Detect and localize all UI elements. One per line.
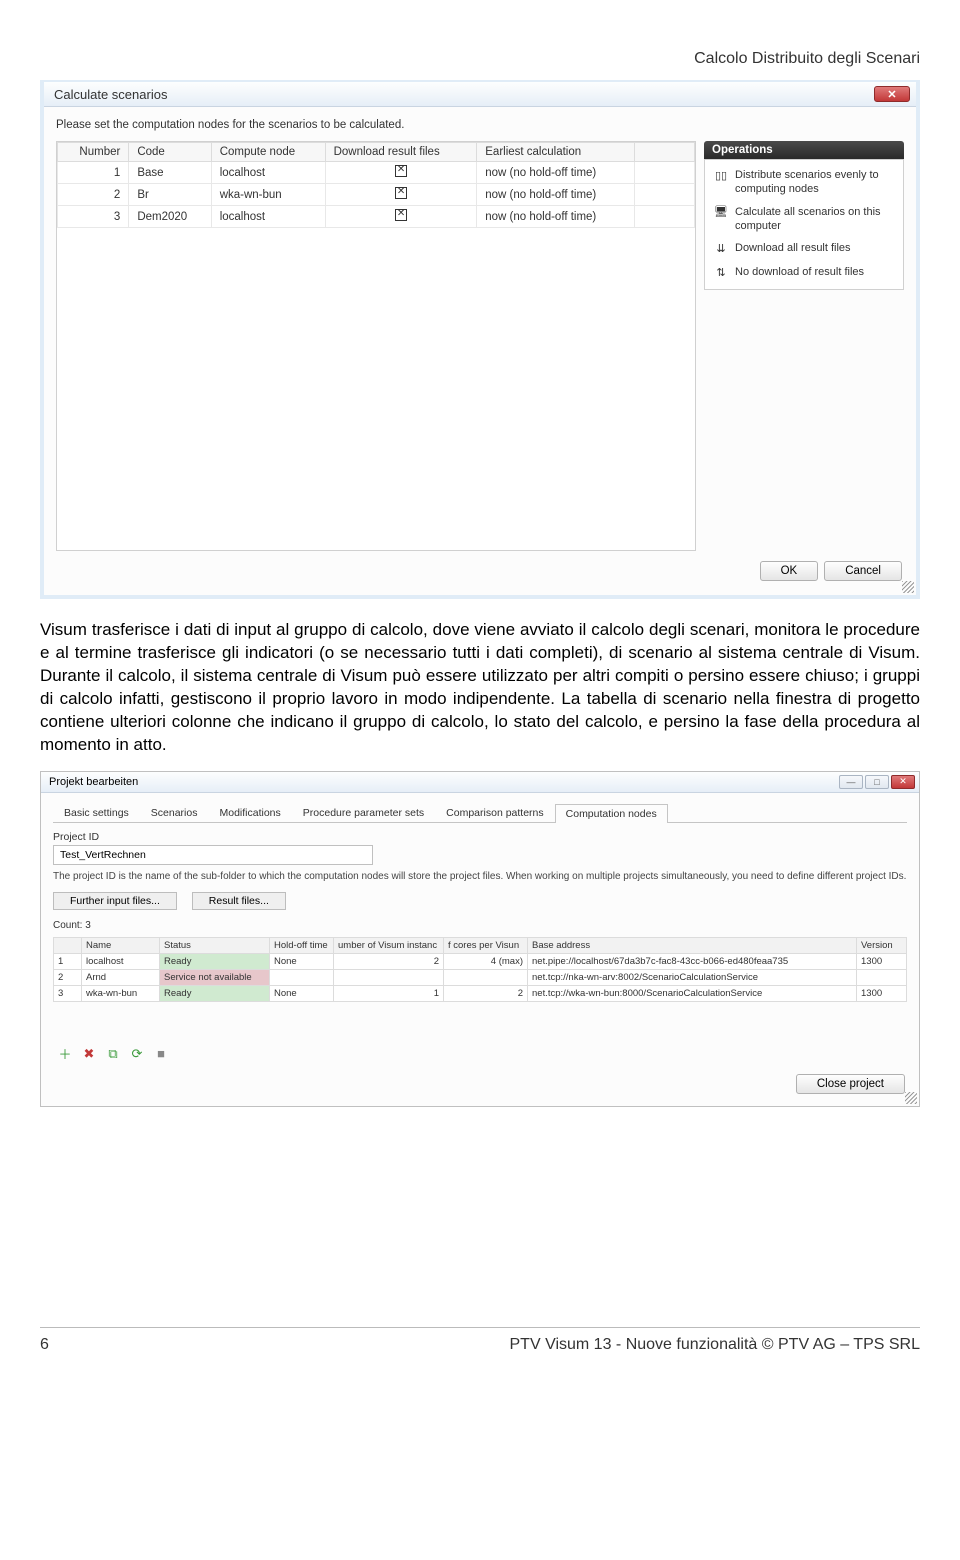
op-no-download[interactable]: ⇅ No download of result files (705, 261, 903, 285)
tab-computation-nodes[interactable]: Computation nodes (555, 804, 668, 823)
col-code: Code (129, 143, 211, 162)
body-paragraph: Visum trasferisce i dati di input al gru… (40, 619, 920, 757)
refresh-icon[interactable]: ⟳ (129, 1046, 145, 1062)
project-id-input[interactable] (53, 845, 373, 865)
dialog-title: Projekt bearbeiten (45, 776, 138, 788)
computer-icon: 🖥 (713, 205, 729, 221)
col-earliest: Earliest calculation (477, 143, 635, 162)
distribute-icon: ▯▯ (713, 168, 729, 184)
titlebar: Projekt bearbeiten — □ ✕ (41, 772, 919, 793)
operations-panel: Operations ▯▯ Distribute scenarios evenl… (704, 141, 904, 551)
no-download-icon: ⇅ (713, 265, 729, 281)
tab-basic-settings[interactable]: Basic settings (53, 803, 140, 822)
op-label: No download of result files (735, 265, 864, 279)
stop-icon[interactable]: ■ (153, 1046, 169, 1062)
table-row[interactable]: 2 Br wka-wn-bun now (no hold-off time) (58, 184, 695, 206)
further-input-button[interactable]: Further input files... (53, 892, 177, 910)
tabs: Basic settings Scenarios Modifications P… (53, 803, 907, 823)
resize-grip-icon[interactable] (905, 1092, 917, 1104)
col-number: Number (58, 143, 129, 162)
page-number: 6 (40, 1336, 49, 1354)
download-checkbox[interactable] (325, 206, 477, 228)
table-row[interactable]: 3 Dem2020 localhost now (no hold-off tim… (58, 206, 695, 228)
op-calc-this-computer[interactable]: 🖥 Calculate all scenarios on this comput… (705, 201, 903, 238)
minimize-icon[interactable]: — (839, 775, 863, 789)
project-id-label: Project ID (53, 831, 907, 843)
status-badge: Ready (160, 985, 270, 1001)
col-download: Download result files (325, 143, 477, 162)
tab-scenarios[interactable]: Scenarios (140, 803, 209, 822)
op-label: Calculate all scenarios on this computer (735, 205, 895, 234)
result-files-button[interactable]: Result files... (192, 892, 286, 910)
op-download-all[interactable]: ⇊ Download all result files (705, 237, 903, 261)
close-icon[interactable]: ✕ (874, 86, 910, 102)
duplicate-icon[interactable]: ⧉ (105, 1046, 121, 1062)
calculate-scenarios-dialog: Calculate scenarios ✕ Please set the com… (40, 80, 920, 599)
op-distribute-evenly[interactable]: ▯▯ Distribute scenarios evenly to comput… (705, 164, 903, 201)
operations-header: Operations (704, 141, 904, 159)
op-label: Download all result files (735, 241, 851, 255)
resize-grip-icon[interactable] (902, 581, 914, 593)
close-icon[interactable]: ✕ (891, 775, 915, 789)
download-all-icon: ⇊ (713, 241, 729, 257)
count-label: Count: 3 (53, 920, 907, 931)
page-footer: 6 PTV Visum 13 - Nuove funzionalità © PT… (40, 1327, 920, 1354)
project-edit-dialog: Projekt bearbeiten — □ ✕ Basic settings … (40, 771, 920, 1107)
scenarios-table: Number Code Compute node Download result… (56, 141, 696, 551)
remove-icon[interactable]: ✖ (81, 1046, 97, 1062)
add-icon[interactable]: ＋ (57, 1046, 73, 1062)
download-checkbox[interactable] (325, 162, 477, 184)
footer-text: PTV Visum 13 - Nuove funzionalità © PTV … (510, 1336, 921, 1354)
op-label: Distribute scenarios evenly to computing… (735, 168, 895, 197)
table-row[interactable]: 1 Base localhost now (no hold-off time) (58, 162, 695, 184)
col-node: Compute node (211, 143, 325, 162)
cancel-button[interactable]: Cancel (824, 561, 902, 581)
toolbar: ＋ ✖ ⧉ ⟳ ■ (53, 1042, 907, 1066)
nodes-table: Name Status Hold-off time umber of Visum… (53, 937, 907, 1002)
dialog-title: Calculate scenarios (50, 87, 167, 102)
table-row[interactable]: 1 localhost Ready None 2 4 (max) net.pip… (54, 953, 907, 969)
status-badge: Service not available (160, 969, 270, 985)
maximize-icon[interactable]: □ (865, 775, 889, 789)
instruction-text: Please set the computation nodes for the… (56, 119, 904, 131)
ok-button[interactable]: OK (760, 561, 819, 581)
tab-modifications[interactable]: Modifications (208, 803, 291, 822)
table-row[interactable]: 2 Arnd Service not available net.tcp://n… (54, 969, 907, 985)
table-row[interactable]: 3 wka-wn-bun Ready None 1 2 net.tcp://wk… (54, 985, 907, 1001)
tab-procedure-sets[interactable]: Procedure parameter sets (292, 803, 435, 822)
tab-comparison-patterns[interactable]: Comparison patterns (435, 803, 554, 822)
project-id-hint: The project ID is the name of the sub-fo… (53, 871, 907, 882)
status-badge: Ready (160, 953, 270, 969)
titlebar: Calculate scenarios ✕ (44, 82, 916, 107)
page-header: Calcolo Distribuito degli Scenari (40, 50, 920, 68)
download-checkbox[interactable] (325, 184, 477, 206)
close-project-button[interactable]: Close project (796, 1074, 905, 1094)
